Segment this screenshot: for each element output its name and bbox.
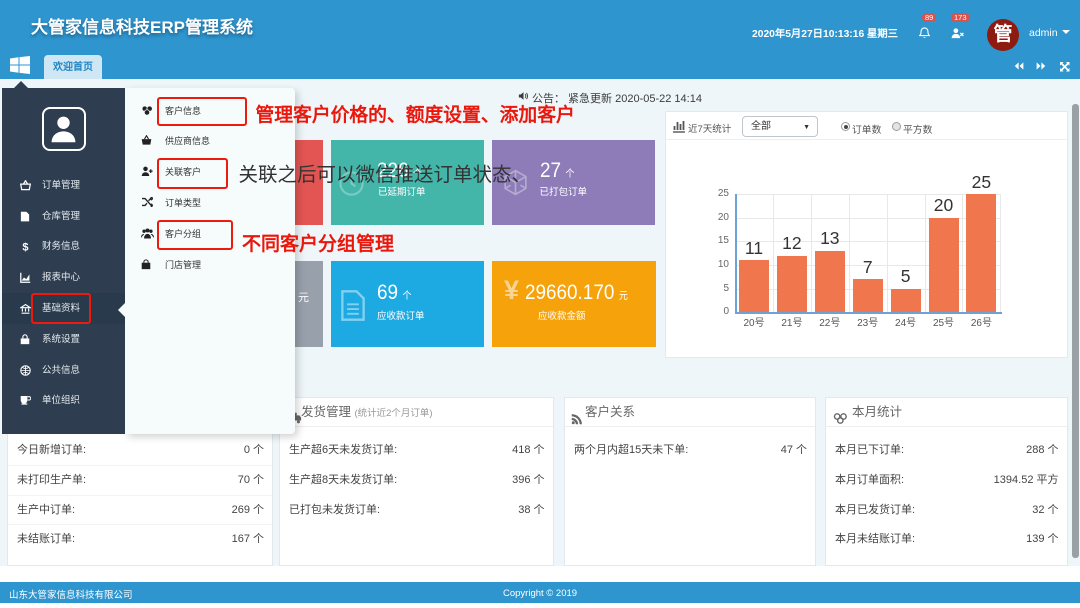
svg-text:$: $: [22, 242, 28, 253]
